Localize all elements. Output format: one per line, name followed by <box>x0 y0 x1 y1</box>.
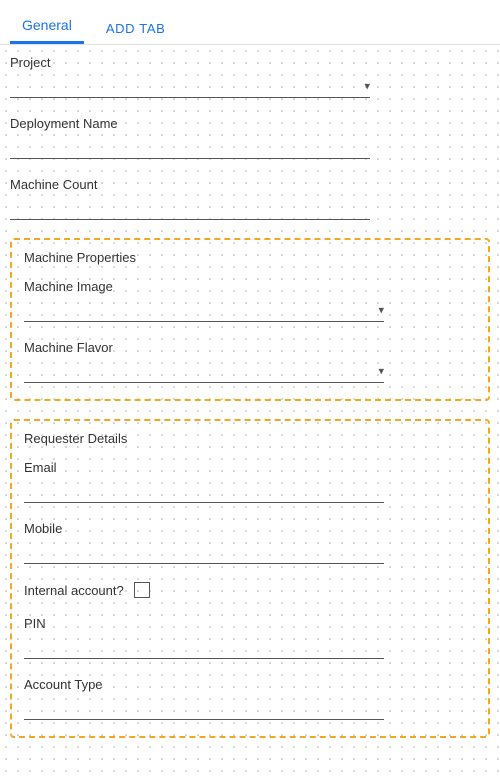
pin-label: PIN <box>24 616 476 631</box>
machine-image-select-wrapper: ▾ <box>24 298 384 322</box>
project-label: Project <box>10 55 490 70</box>
page-container: General ADD TAB Project ▾ Deployment Nam… <box>0 0 500 776</box>
deployment-name-label: Deployment Name <box>10 116 490 131</box>
tab-add[interactable]: ADD TAB <box>94 13 178 44</box>
machine-flavor-select[interactable] <box>24 359 384 383</box>
tabs-bar: General ADD TAB <box>0 0 500 45</box>
email-input[interactable] <box>24 479 384 503</box>
account-type-input[interactable] <box>24 696 384 720</box>
machine-flavor-label: Machine Flavor <box>24 340 476 355</box>
deployment-name-field: Deployment Name <box>10 116 490 159</box>
machine-image-label: Machine Image <box>24 279 476 294</box>
internal-account-label: Internal account? <box>24 583 124 598</box>
deployment-name-input[interactable] <box>10 135 370 159</box>
requester-details-group: Requester Details Email Mobile Internal … <box>10 419 490 738</box>
machine-image-field: Machine Image ▾ <box>24 279 476 322</box>
machine-flavor-select-wrapper: ▾ <box>24 359 384 383</box>
machine-image-select[interactable] <box>24 298 384 322</box>
machine-count-label: Machine Count <box>10 177 490 192</box>
machine-properties-title: Machine Properties <box>24 250 476 265</box>
form-area: Project ▾ Deployment Name Machine Count … <box>0 45 500 776</box>
account-type-label: Account Type <box>24 677 476 692</box>
account-type-field: Account Type <box>24 677 476 720</box>
project-select[interactable] <box>10 74 370 98</box>
machine-properties-group: Machine Properties Machine Image ▾ Machi… <box>10 238 490 401</box>
project-select-wrapper: ▾ <box>10 74 370 98</box>
requester-details-title: Requester Details <box>24 431 476 446</box>
tab-general[interactable]: General <box>10 9 84 44</box>
machine-count-field: Machine Count <box>10 177 490 220</box>
mobile-input[interactable] <box>24 540 384 564</box>
internal-account-wrapper: Internal account? <box>24 582 476 598</box>
machine-count-input[interactable] <box>10 196 370 220</box>
internal-account-checkbox[interactable] <box>134 582 150 598</box>
email-label: Email <box>24 460 476 475</box>
project-field: Project ▾ <box>10 55 490 98</box>
pin-field: PIN <box>24 616 476 659</box>
mobile-label: Mobile <box>24 521 476 536</box>
internal-account-field: Internal account? <box>24 582 476 598</box>
mobile-field: Mobile <box>24 521 476 564</box>
email-field: Email <box>24 460 476 503</box>
pin-input[interactable] <box>24 635 384 659</box>
machine-flavor-field: Machine Flavor ▾ <box>24 340 476 383</box>
